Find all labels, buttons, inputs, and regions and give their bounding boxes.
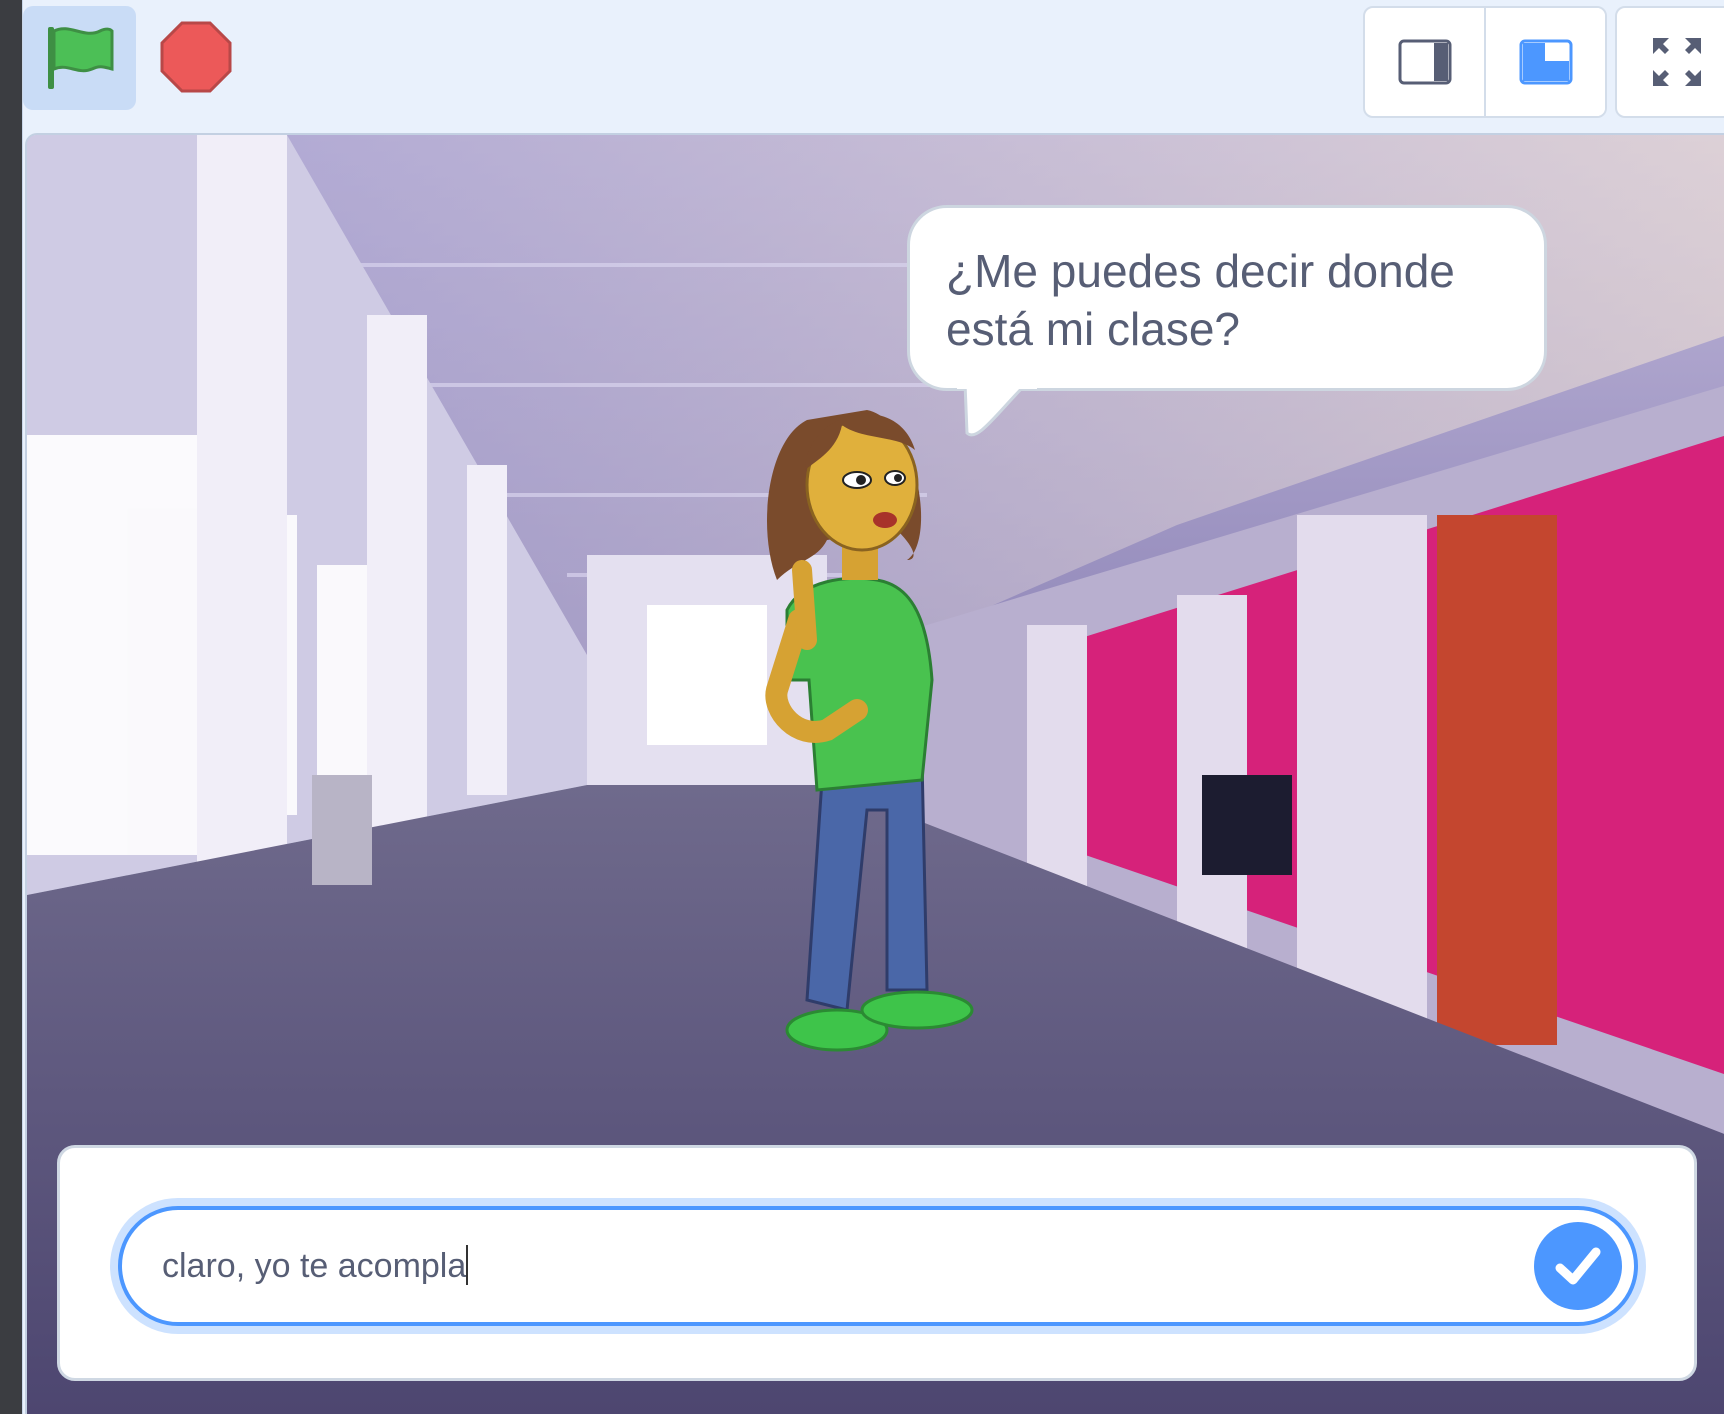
- green-flag-icon: [47, 27, 113, 89]
- stage-layout-toggle: [1363, 6, 1607, 118]
- text-caret: [466, 1245, 469, 1285]
- speech-bubble-line-1: ¿Me puedes decir donde: [946, 245, 1455, 297]
- speech-bubble-tail: [957, 383, 1037, 437]
- stop-sign-icon: [160, 21, 232, 93]
- speech-bubble-line-2: está mi clase?: [946, 303, 1241, 355]
- normal-stage-button[interactable]: [1484, 8, 1605, 116]
- green-flag-button[interactable]: [23, 6, 136, 110]
- answer-input[interactable]: claro, yo te acompla: [118, 1206, 1638, 1326]
- girl-character-sprite[interactable]: [747, 380, 1027, 1060]
- speech-bubble: ¿Me puedes decir donde está mi clase?: [907, 205, 1547, 391]
- stage[interactable]: ¿Me puedes decir donde está mi clase? cl…: [25, 133, 1724, 1414]
- stop-button[interactable]: [151, 12, 241, 102]
- checkmark-icon: [1555, 1247, 1601, 1285]
- stage-toolbar: [23, 0, 1724, 120]
- small-stage-layout-icon: [1398, 39, 1451, 85]
- ask-answer-panel: claro, yo te acompla: [57, 1145, 1697, 1381]
- answer-input-value: claro, yo te acompla: [162, 1245, 469, 1285]
- submit-answer-button[interactable]: [1534, 1222, 1622, 1310]
- stage-window: ¿Me puedes decir donde está mi clase? cl…: [22, 0, 1724, 1414]
- normal-stage-layout-icon: [1519, 39, 1572, 85]
- fullscreen-icon: [1653, 38, 1701, 86]
- fullscreen-button[interactable]: [1615, 6, 1724, 118]
- small-stage-button[interactable]: [1365, 8, 1484, 116]
